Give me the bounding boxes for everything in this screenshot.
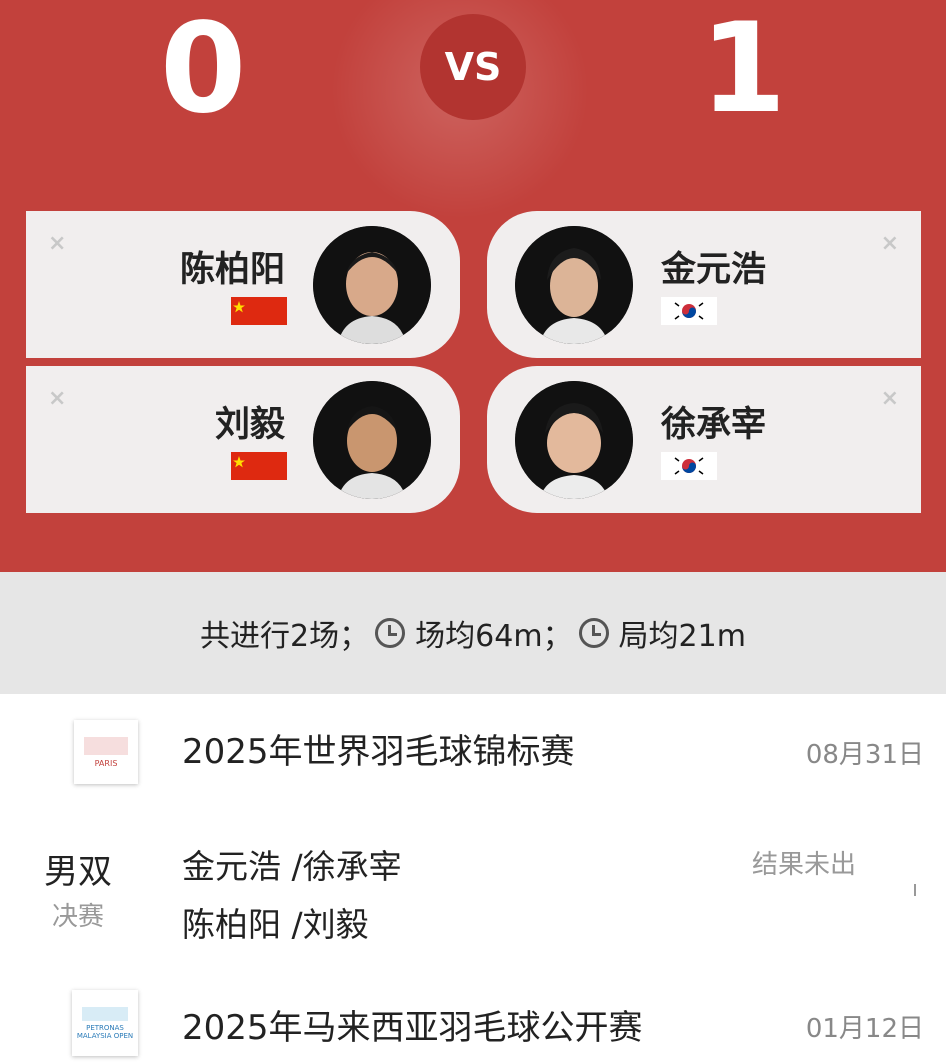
cn-flag-icon [231,452,287,480]
event-date: 08月31日 [805,740,924,770]
team-2: 陈柏阳 /刘毅 [182,905,369,944]
header: 0 VS 1 × 陈柏阳 × 刘毅 × 金元浩 × 徐承宰 [0,0,946,572]
stat-avg-match-text: 场均64m； [415,619,573,654]
player-name: 徐承宰 [661,405,767,445]
vs-badge: VS [420,14,526,120]
stat-avg-game: 局均21m [578,611,746,655]
event-title: 2025年马来西亚羽毛球公开赛 [182,1008,643,1048]
player-name: 刘毅 [214,405,285,445]
divider-tick [914,884,916,896]
event-row[interactable]: PARIS 2025年世界羽毛球锦标赛 08月31日 [0,694,946,806]
stat-avg-game-text: 局均21m [618,619,746,654]
score-right: 1 [700,0,787,141]
kr-flag-icon [661,297,717,325]
player-avatar[interactable] [515,226,633,344]
event-logo-text: PARIS [94,758,118,768]
player-card-right-2[interactable]: × 徐承宰 [487,366,921,513]
event-title: 2025年世界羽毛球锦标赛 [182,732,575,772]
stats-bar: 共进行2场； 场均64m； 局均21m [0,572,946,694]
match-result: 结果未出 [752,850,857,880]
logo-graphic [82,1006,128,1021]
match-type: 男双 [44,852,112,892]
score-left: 0 [160,0,247,141]
match-row[interactable]: 男双 决赛 金元浩 /徐承宰 陈柏阳 /刘毅 结果未出 [0,806,946,966]
player-avatar[interactable] [515,381,633,499]
team-1: 金元浩 /徐承宰 [182,847,402,886]
event-logo: PETRONAS MALAYSIA OPEN [72,990,138,1056]
player-card-left-2[interactable]: × 刘毅 [26,366,460,513]
event-logo-text: PETRONAS MALAYSIA OPEN [76,1023,134,1040]
event-logo: PARIS [74,720,138,784]
player-card-left-1[interactable]: × 陈柏阳 [26,211,460,358]
close-icon[interactable]: × [48,386,66,411]
close-icon[interactable]: × [881,231,899,256]
kr-flag-icon [661,452,717,480]
player-card-right-1[interactable]: × 金元浩 [487,211,921,358]
clock-icon [375,618,406,648]
clock-icon [578,618,609,648]
stat-avg-match: 场均64m； [375,611,573,655]
event-row[interactable]: PETRONAS MALAYSIA OPEN 2025年马来西亚羽毛球公开赛 0… [0,966,946,1062]
player-avatar[interactable] [313,226,431,344]
stat-total: 共进行2场； [200,619,370,654]
match-stage: 决赛 [52,902,105,932]
close-icon[interactable]: × [48,231,66,256]
player-name: 陈柏阳 [179,250,285,290]
player-name: 金元浩 [661,250,767,290]
player-avatar[interactable] [313,381,431,499]
logo-graphic [84,736,128,755]
cn-flag-icon [231,297,287,325]
event-date: 01月12日 [805,1014,924,1044]
close-icon[interactable]: × [881,386,899,411]
